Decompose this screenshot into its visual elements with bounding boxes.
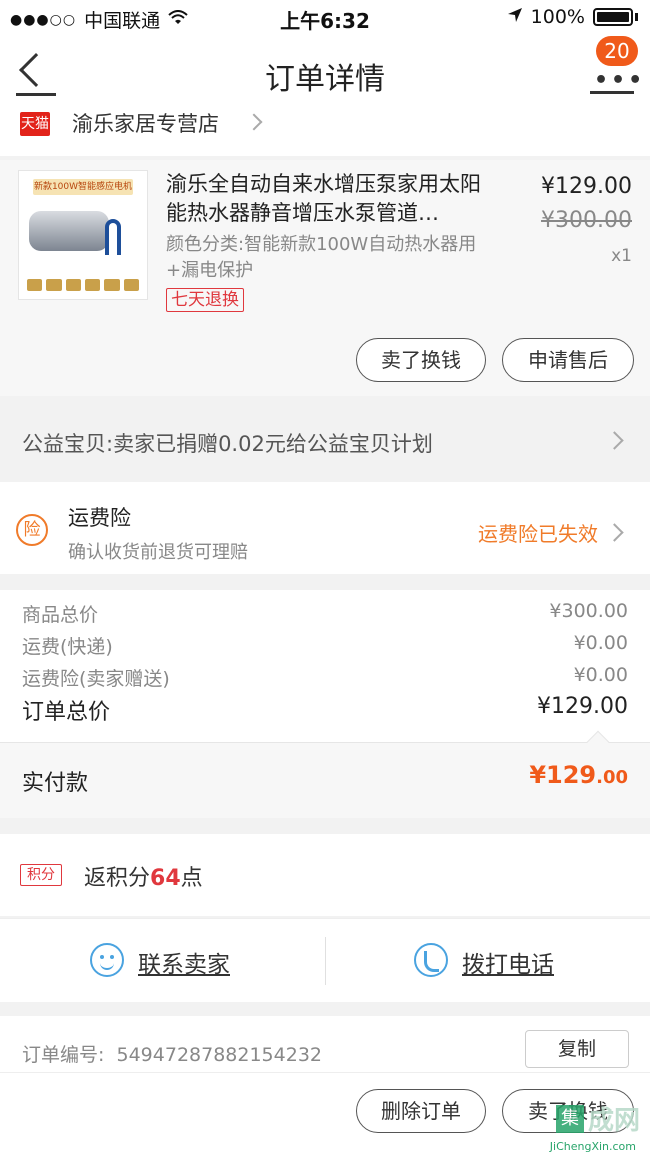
points-prefix: 返积分 — [84, 866, 151, 891]
store-row[interactable]: 天猫 渝乐家居专营店 — [0, 112, 650, 156]
points-text: 返积分64点 — [84, 860, 203, 892]
product-title[interactable]: 渝乐全自动自来水增压泵家用太阳能热水器静音增压水泵管道… — [166, 170, 496, 228]
shipping-value: ¥0.00 — [573, 632, 628, 654]
tmall-logo-icon: 天猫 — [20, 112, 50, 136]
points-tag: 积分 — [20, 864, 62, 886]
actual-payment-label: 实付款 — [22, 771, 89, 796]
status-bar: ●●●○○ 中国联通 上午6:32 100% — [0, 0, 650, 36]
shipping-insurance-value: ¥0.00 — [573, 664, 628, 686]
insurance-status: 运费险已失效 — [478, 522, 598, 546]
more-dots-icon: ••• — [594, 68, 646, 93]
chevron-right-icon — [245, 113, 263, 131]
more-underline — [590, 91, 634, 94]
nav-bar: 订单详情 ••• 20 — [0, 36, 650, 112]
order-number-label: 订单编号: — [22, 1044, 105, 1066]
order-number-row: 订单编号: 54947287882154232 复制 — [0, 1016, 650, 1072]
seven-day-return-tag: 七天退换 — [166, 288, 244, 312]
actual-payment-row: 实付款 ¥129.00 — [0, 742, 650, 818]
location-arrow-icon — [507, 6, 523, 28]
insurance-subtitle: 确认收货前退货可理赔 — [68, 542, 248, 563]
price-summary: 商品总价 ¥300.00 运费(快递) ¥0.00 运费险(卖家赠送) ¥0.0… — [0, 590, 650, 742]
goods-total-value: ¥300.00 — [549, 600, 628, 622]
watermark: 集 成网 — [555, 1100, 640, 1137]
delete-order-button[interactable]: 删除订单 — [356, 1089, 486, 1133]
phone-icon[interactable] — [414, 943, 448, 977]
copy-order-number-button[interactable]: 复制 — [525, 1030, 629, 1068]
contact-seller-link[interactable]: 联系卖家 — [138, 945, 230, 979]
order-total-value: ¥129.00 — [537, 694, 628, 719]
thumbnail-caption: 新款100W智能感应电机 — [33, 179, 133, 195]
product-sku: 颜色分类:智能新款100W自动热水器用+漏电保护 — [166, 234, 477, 281]
chevron-right-icon — [605, 431, 624, 450]
contact-row: 联系卖家 拨打电话 — [0, 918, 650, 1002]
call-phone-link[interactable]: 拨打电话 — [462, 945, 554, 979]
page-title: 订单详情 — [265, 62, 385, 97]
battery-tip — [635, 13, 638, 21]
charity-text: 公益宝贝:卖家已捐赠0.02元给公益宝贝计划 — [22, 432, 433, 456]
points-suffix: 点 — [180, 866, 203, 891]
accessory-strip — [27, 279, 139, 291]
product-price: ¥129.00 — [541, 174, 632, 199]
product-card[interactable]: 新款100W智能感应电机 渝乐全自动自来水增压泵家用太阳能热水器静音增压水泵管道… — [0, 160, 650, 396]
battery-percent: 100% — [530, 6, 585, 28]
pipe-image — [105, 219, 121, 255]
watermark-url: JiChengXin.com — [549, 1140, 636, 1153]
insurance-title: 运费险 — [68, 506, 131, 530]
shipping-insurance-label: 运费险(卖家赠送) — [22, 668, 170, 690]
charity-row[interactable]: 公益宝贝:卖家已捐赠0.02元给公益宝贝计划 — [0, 400, 650, 482]
points-value: 64 — [150, 866, 181, 891]
sell-for-cash-button[interactable]: 卖了换钱 — [356, 338, 486, 382]
pump-image — [29, 211, 109, 251]
contact-seller-icon[interactable] — [90, 943, 124, 977]
status-right: 100% — [507, 6, 638, 28]
shipping-label: 运费(快递) — [22, 636, 113, 658]
points-row: 积分 返积分64点 — [0, 834, 650, 916]
battery-icon — [593, 8, 633, 26]
actual-payment-main: ¥129 — [529, 761, 597, 789]
actual-payment-value: ¥129.00 — [529, 761, 628, 789]
product-original-price: ¥300.00 — [541, 208, 632, 233]
actual-payment-decimal: .00 — [596, 767, 628, 788]
order-number-value: 54947287882154232 — [116, 1044, 323, 1066]
watermark-logo: 集 — [555, 1104, 584, 1133]
after-sale-button[interactable]: 申请售后 — [502, 338, 634, 382]
goods-total-label: 商品总价 — [22, 604, 99, 626]
message-count-badge: 20 — [596, 36, 638, 66]
insurance-icon: 险 — [16, 514, 48, 546]
product-quantity: x1 — [611, 246, 632, 266]
store-name: 渝乐家居专营店 — [72, 112, 219, 136]
product-thumbnail[interactable]: 新款100W智能感应电机 — [18, 170, 148, 300]
watermark-text: 成网 — [587, 1106, 640, 1136]
order-number-text: 订单编号: 54947287882154232 — [22, 1040, 322, 1067]
chevron-right-icon — [605, 523, 624, 542]
contact-divider — [325, 937, 326, 985]
shipping-insurance-row[interactable]: 险 运费险 确认收货前退货可理赔 运费险已失效 — [0, 482, 650, 574]
order-total-label: 订单总价 — [22, 700, 111, 725]
